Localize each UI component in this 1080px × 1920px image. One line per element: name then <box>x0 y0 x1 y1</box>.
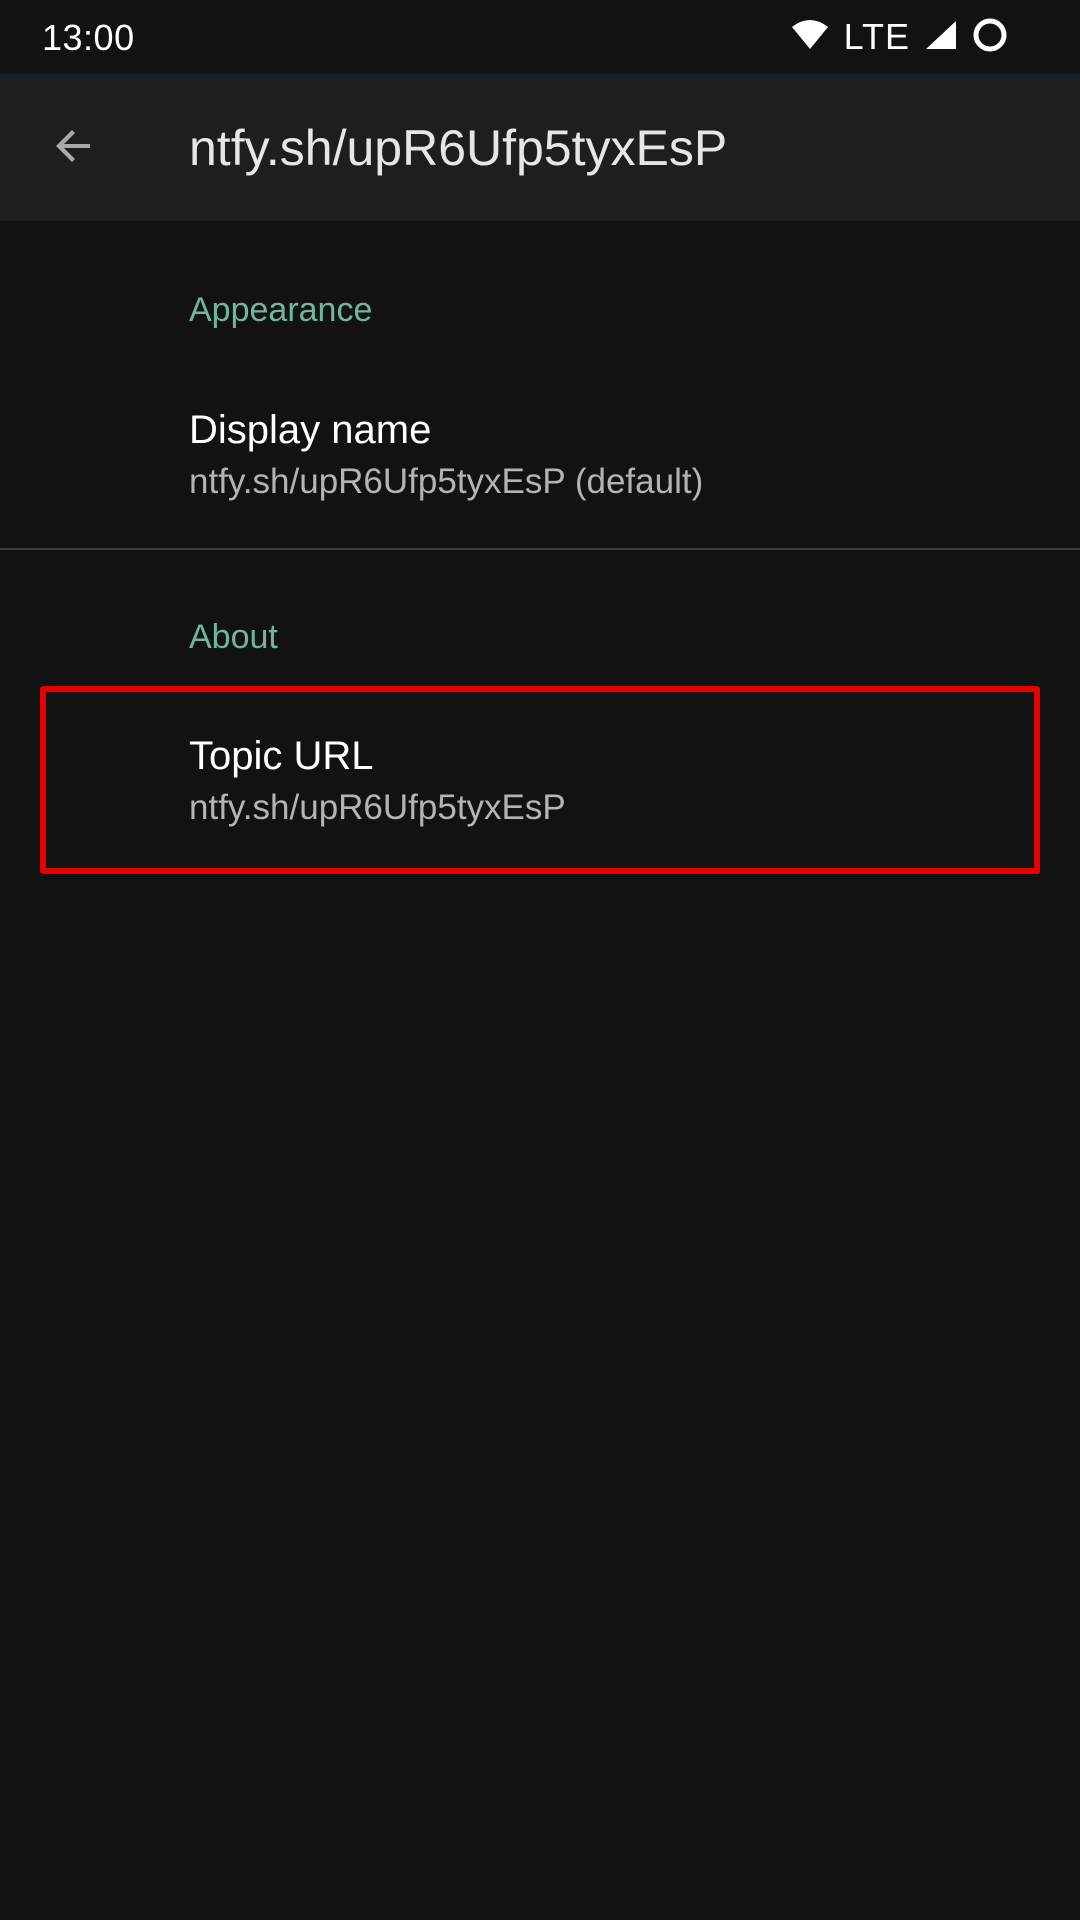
network-type-label: LTE <box>843 16 910 57</box>
status-bar: 13:00 LTE <box>0 0 1080 74</box>
app-bar: ntfy.sh/upR6Ufp5tyxEsP <box>0 74 1080 221</box>
signal-icon <box>924 19 958 56</box>
pref-display-name[interactable]: Display name ntfy.sh/upR6Ufp5tyxEsP (def… <box>0 390 1080 548</box>
pref-topic-url[interactable]: Topic URL ntfy.sh/upR6Ufp5tyxEsP <box>0 716 1080 866</box>
back-button[interactable] <box>28 102 120 194</box>
pref-summary: ntfy.sh/upR6Ufp5tyxEsP (default) <box>189 462 704 501</box>
section-divider <box>0 548 1080 550</box>
circle-icon <box>972 17 1008 58</box>
settings-screen: 13:00 LTE ntfy.sh/upR6Ufp5tyxEsP Appeara… <box>0 0 1080 1920</box>
status-time: 13:00 <box>42 17 135 58</box>
pref-title: Display name <box>189 408 432 452</box>
page-title: ntfy.sh/upR6Ufp5tyxEsP <box>189 120 728 176</box>
arrow-back-icon <box>50 122 98 175</box>
status-icons: LTE <box>790 16 1008 58</box>
wifi-icon <box>790 19 830 56</box>
pref-summary: ntfy.sh/upR6Ufp5tyxEsP <box>189 788 566 827</box>
section-header-appearance: Appearance <box>189 291 373 329</box>
pref-title: Topic URL <box>189 734 374 778</box>
section-header-about: About <box>189 618 278 656</box>
